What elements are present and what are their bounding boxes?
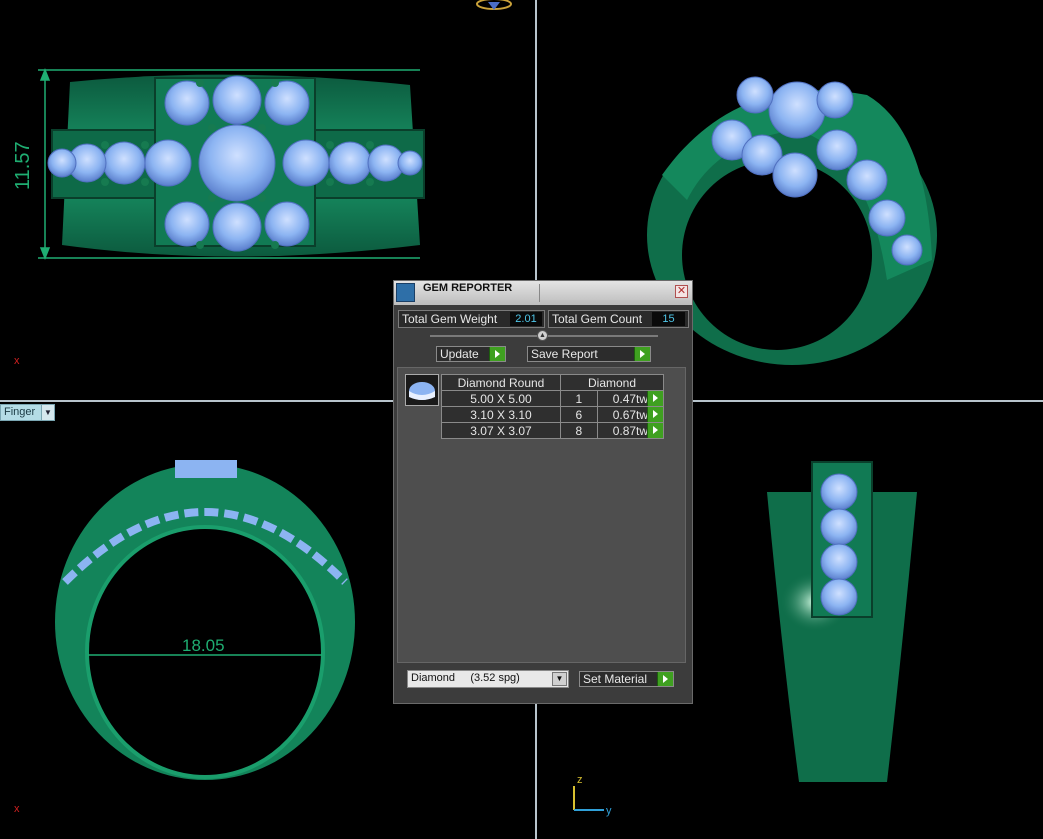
gem-table: Diamond Round Diamond 5.00 X 5.00 1 0.47… <box>441 374 665 439</box>
update-button[interactable]: Update <box>436 346 506 362</box>
gem-weight: 0.67tw <box>612 407 649 422</box>
axis-x-label-top: x <box>14 355 20 367</box>
ring-size-dimension-label: 18.05 <box>182 636 225 655</box>
set-material-button-label: Set Material <box>583 672 648 686</box>
gem-weight-cell: 0.87tw <box>596 422 665 439</box>
material-spg: (3.52 spg) <box>470 672 520 684</box>
axis-gizmo-icon <box>573 786 604 811</box>
update-button-label: Update <box>440 347 479 361</box>
gem-count: 1 <box>560 390 598 407</box>
play-arrow-icon <box>634 347 650 361</box>
gem-reporter-dialog: GEM REPORTER ✕ Total Gem Weight 2.01 Tot… <box>393 280 693 704</box>
set-material-button[interactable]: Set Material <box>579 671 674 687</box>
total-gem-weight-box: Total Gem Weight 2.01 <box>398 310 545 328</box>
total-gem-weight-value: 2.01 <box>510 312 542 326</box>
material-name: Diamond <box>411 672 456 684</box>
gem-reporter-app-icon <box>396 283 415 302</box>
play-arrow-icon <box>489 347 505 361</box>
play-arrow-icon[interactable] <box>647 423 663 438</box>
slider-handle[interactable]: ▲ <box>537 330 548 341</box>
gem-weight: 0.87tw <box>612 423 649 438</box>
height-dimension-label: 11.57 <box>12 141 34 190</box>
finger-dropdown-label: Finger <box>4 406 36 418</box>
close-icon[interactable]: ✕ <box>675 285 688 298</box>
play-arrow-icon[interactable] <box>647 407 663 422</box>
total-gem-weight-label: Total Gem Weight <box>402 312 498 326</box>
save-report-button[interactable]: Save Report <box>527 346 651 362</box>
material-select[interactable]: Diamond (3.52 spg) ▼ <box>407 670 569 688</box>
table-row: 5.00 X 5.00 1 0.47tw <box>441 390 665 407</box>
gem-count: 6 <box>560 406 598 423</box>
gem-weight-cell: 0.47tw <box>596 390 665 407</box>
chevron-down-icon[interactable]: ▼ <box>552 672 567 686</box>
gem-size: 3.07 X 3.07 <box>441 422 561 439</box>
gem-list-area: Diamond Round Diamond 5.00 X 5.00 1 0.47… <box>397 367 686 663</box>
play-arrow-icon[interactable] <box>647 391 663 406</box>
save-report-button-label: Save Report <box>531 347 598 361</box>
total-gem-count-box: Total Gem Count 15 <box>548 310 689 328</box>
gem-count: 8 <box>560 422 598 439</box>
dialog-title: GEM REPORTER <box>423 282 513 294</box>
col-header-material: Diamond <box>560 374 664 391</box>
gem-weight-cell: 0.67tw <box>596 406 665 423</box>
titlebar-divider <box>539 284 540 302</box>
total-gem-count-value: 15 <box>652 312 685 326</box>
gem-size: 3.10 X 3.10 <box>441 406 561 423</box>
gem-size: 5.00 X 5.00 <box>441 390 561 407</box>
round-diamond-icon <box>405 374 439 406</box>
gem-table-header: Diamond Round Diamond <box>441 374 664 391</box>
chevron-down-icon[interactable]: ▼ <box>41 405 54 420</box>
table-row: 3.10 X 3.10 6 0.67tw <box>441 406 665 423</box>
table-row: 3.07 X 3.07 8 0.87tw <box>441 422 665 439</box>
dialog-titlebar[interactable]: GEM REPORTER ✕ <box>394 281 692 305</box>
play-arrow-icon <box>657 672 673 686</box>
material-select-value: Diamond (3.52 spg) <box>411 672 520 684</box>
col-header-shape: Diamond Round <box>441 374 561 391</box>
gem-weight: 0.47tw <box>612 391 649 406</box>
total-gem-count-label: Total Gem Count <box>552 312 643 326</box>
finger-dropdown[interactable]: Finger ▼ <box>0 404 55 421</box>
